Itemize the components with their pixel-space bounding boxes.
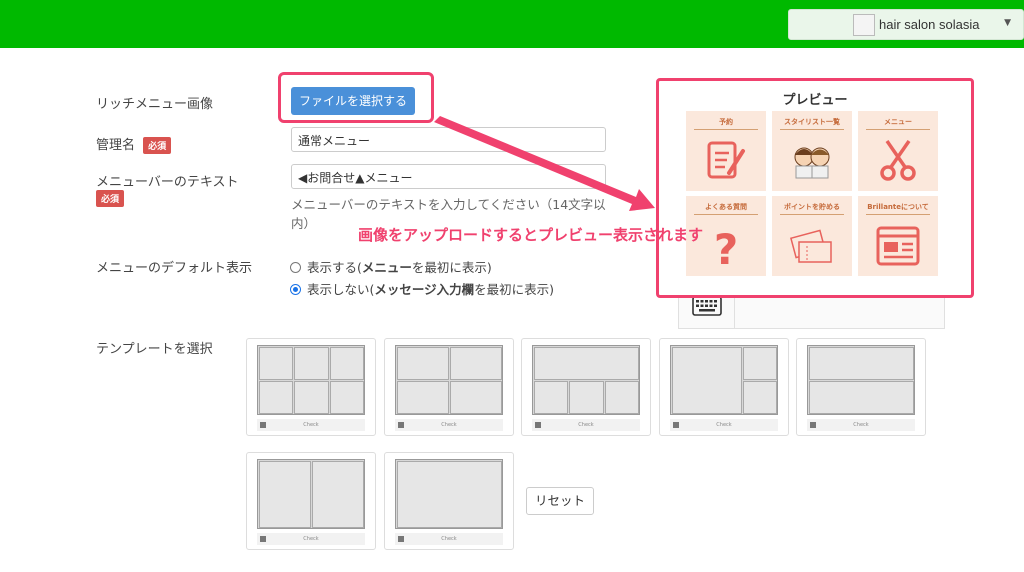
template-option-1[interactable]: Check bbox=[384, 452, 514, 550]
template-option-1-2[interactable]: Check bbox=[659, 338, 789, 436]
template-footer-text: Check bbox=[578, 422, 594, 428]
template-footer-text: Check bbox=[853, 422, 869, 428]
template-option-2-cols[interactable]: Check bbox=[246, 452, 376, 550]
annotation-text: 画像をアップロードするとプレビュー表示されます bbox=[358, 226, 704, 244]
template-footer-text: Check bbox=[303, 422, 319, 428]
template-option-4-grid[interactable]: Check bbox=[384, 338, 514, 436]
reset-button[interactable]: リセット bbox=[526, 487, 594, 515]
template-footer-text: Check bbox=[716, 422, 732, 428]
template-option-2-rows[interactable]: Check bbox=[796, 338, 926, 436]
template-label: テンプレートを選択 bbox=[96, 342, 213, 357]
template-option-6-grid[interactable]: Check bbox=[246, 338, 376, 436]
template-option-1-3[interactable]: Check bbox=[521, 338, 651, 436]
template-footer-text: Check bbox=[441, 536, 457, 542]
template-footer-text: Check bbox=[303, 536, 319, 542]
template-footer-text: Check bbox=[441, 422, 457, 428]
